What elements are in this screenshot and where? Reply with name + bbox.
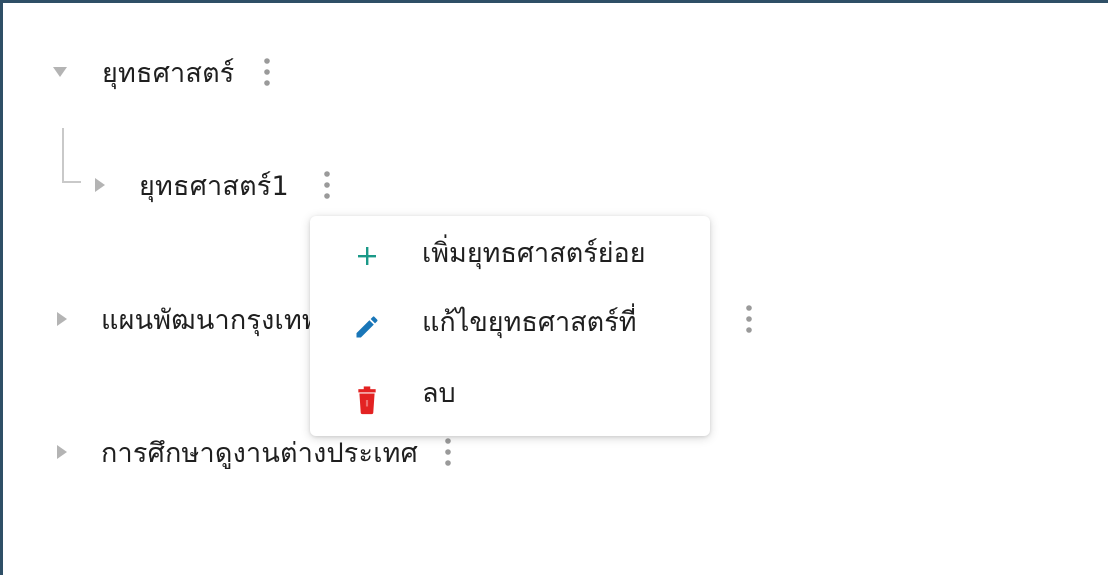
tree-node-strategy[interactable]: ยุทธศาสตร์	[51, 52, 277, 92]
context-menu: เพิ่มยุทธศาสตร์ย่อย แก้ไขยุทธศาสตร์ที่ ล…	[310, 216, 710, 436]
tree-node-study-tour-abroad[interactable]: การศึกษาดูงานต่างประเทศ	[53, 432, 458, 472]
tree-panel: ยุทธศาสตร์ ยุทธศาสตร์1 แผนพัฒนากรุงเทพ ก…	[0, 0, 1108, 575]
tree-node-label: การศึกษาดูงานต่างประเทศ	[101, 437, 418, 469]
menu-item-label: ลบ	[422, 377, 456, 409]
tree-connector-line	[62, 128, 81, 183]
more-vert-icon[interactable]	[739, 299, 759, 339]
tree-node-strategy-1[interactable]: ยุทธศาสตร์1	[91, 165, 337, 205]
tree-node-label: ยุทธศาสตร์	[102, 57, 235, 89]
tree-node-label: แผนพัฒนากรุงเทพ	[101, 304, 320, 336]
tree-node-bangkok-plan[interactable]: แผนพัฒนากรุงเทพ	[53, 299, 320, 339]
more-vert-icon[interactable]	[438, 432, 458, 472]
menu-item-delete[interactable]: ลบ	[310, 359, 710, 425]
menu-item-add-sub-strategy[interactable]: เพิ่มยุทธศาสตร์ย่อย	[310, 219, 710, 285]
triangle-right-icon[interactable]	[53, 310, 71, 328]
menu-item-edit-strategy[interactable]: แก้ไขยุทธศาสตร์ที่	[310, 288, 710, 354]
triangle-right-icon[interactable]	[91, 176, 109, 194]
triangle-down-icon[interactable]	[51, 63, 69, 81]
tree-node-label: ยุทธศาสตร์1	[139, 170, 289, 202]
menu-item-label: แก้ไขยุทธศาสตร์ที่	[422, 306, 637, 338]
more-vert-icon[interactable]	[257, 52, 277, 92]
menu-item-label: เพิ่มยุทธศาสตร์ย่อย	[422, 237, 646, 269]
trash-icon	[352, 385, 382, 415]
triangle-right-icon[interactable]	[53, 443, 71, 461]
more-vert-icon[interactable]	[317, 165, 337, 205]
plus-icon	[352, 241, 382, 271]
pencil-icon	[352, 312, 382, 342]
